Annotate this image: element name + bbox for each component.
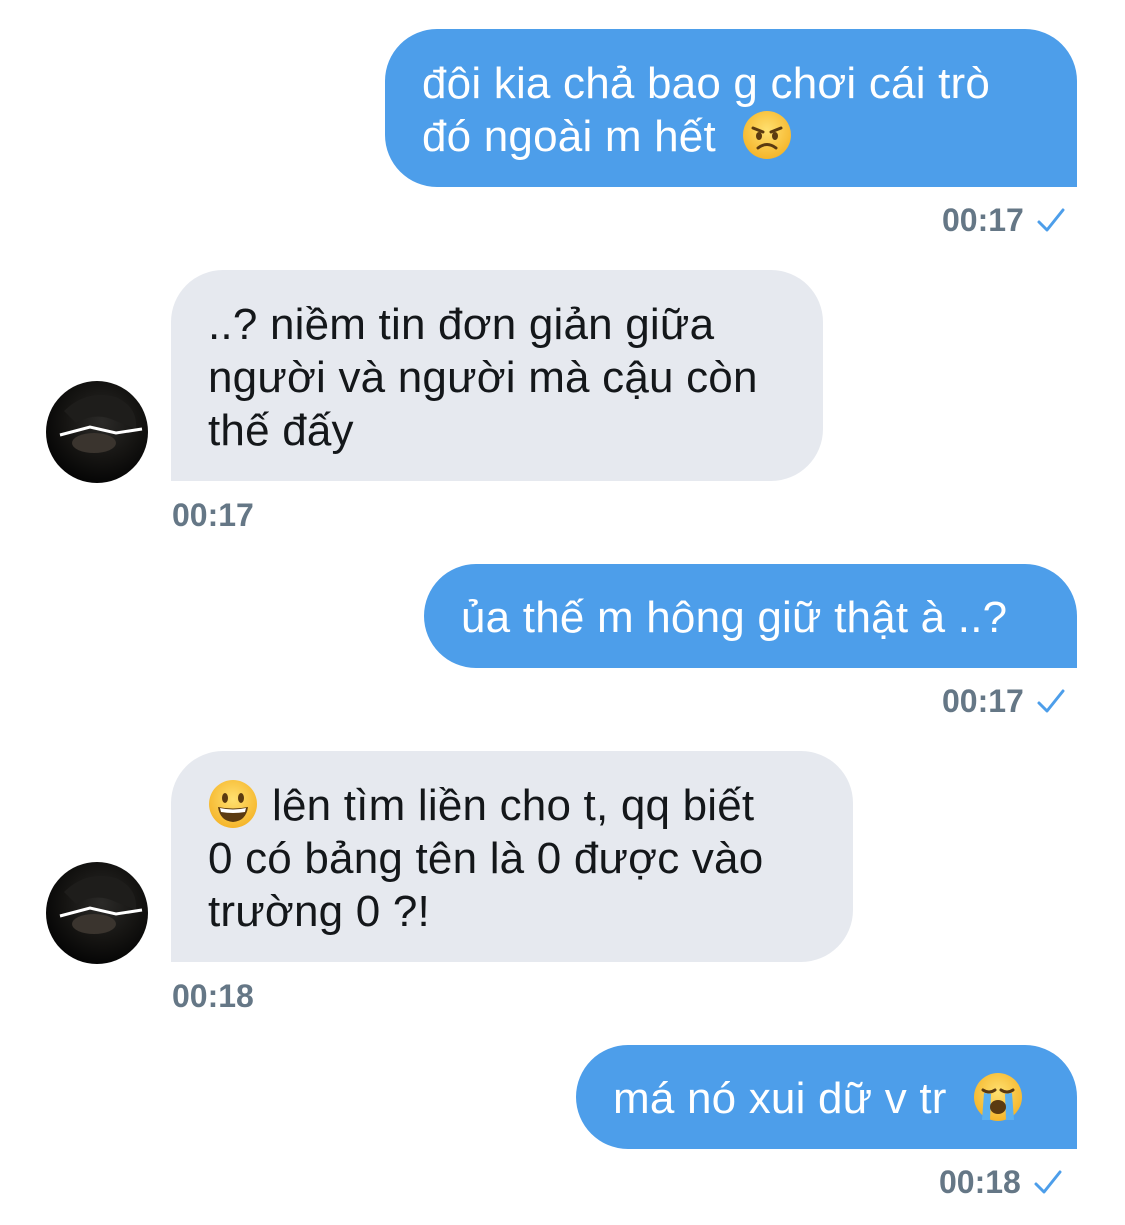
timestamp: 00:17 xyxy=(942,683,1066,719)
timestamp: 00:18 xyxy=(172,978,254,1014)
message-bubble-received[interactable]: lên tìm liền cho t, qq biết 0 có bảng tê… xyxy=(171,751,853,962)
checkmark-icon xyxy=(1034,1170,1062,1194)
timestamp: 00:17 xyxy=(942,202,1066,238)
checkmark-icon xyxy=(1037,208,1065,232)
timestamp: 00:17 xyxy=(172,497,254,533)
loudly-crying-face-icon xyxy=(974,1073,1023,1121)
avatar-image xyxy=(59,394,143,453)
message-text-line: ủa thế m hông giữ thật à ..? xyxy=(461,593,1008,642)
angry-face-icon xyxy=(743,111,792,159)
timestamp: 00:18 xyxy=(939,1164,1063,1200)
message-bubble-sent[interactable]: đôi kia chả bao g chơi cái trò đó ngoài … xyxy=(385,29,1077,187)
message-text-line: ..? niềm tin đơn giản giữa xyxy=(208,300,715,349)
message-bubble-sent[interactable]: ủa thế m hông giữ thật à ..? xyxy=(424,564,1077,668)
message-bubble-received[interactable]: ..? niềm tin đơn giản giữa người và ngườ… xyxy=(171,270,823,481)
avatar[interactable] xyxy=(46,862,148,964)
grinning-face-icon xyxy=(209,780,257,828)
avatar[interactable] xyxy=(46,381,148,483)
message-text-line: 0 có bảng tên là 0 được vào xyxy=(208,834,764,883)
checkmark-icon xyxy=(1037,689,1065,713)
message-text-line: trường 0 ?! xyxy=(208,887,430,936)
message-text-line: thế đấy xyxy=(208,406,354,455)
message-bubble-sent[interactable]: má nó xui dữ v tr xyxy=(576,1045,1077,1149)
message-text-line: lên tìm liền cho t, qq biết xyxy=(272,781,755,830)
avatar-image xyxy=(59,875,143,934)
message-text-line: người và người mà cậu còn xyxy=(208,353,758,402)
message-text-line: đó ngoài m hết xyxy=(422,112,716,161)
message-text-line: đôi kia chả bao g chơi cái trò xyxy=(422,59,991,108)
message-text-line: má nó xui dữ v tr xyxy=(613,1074,947,1123)
